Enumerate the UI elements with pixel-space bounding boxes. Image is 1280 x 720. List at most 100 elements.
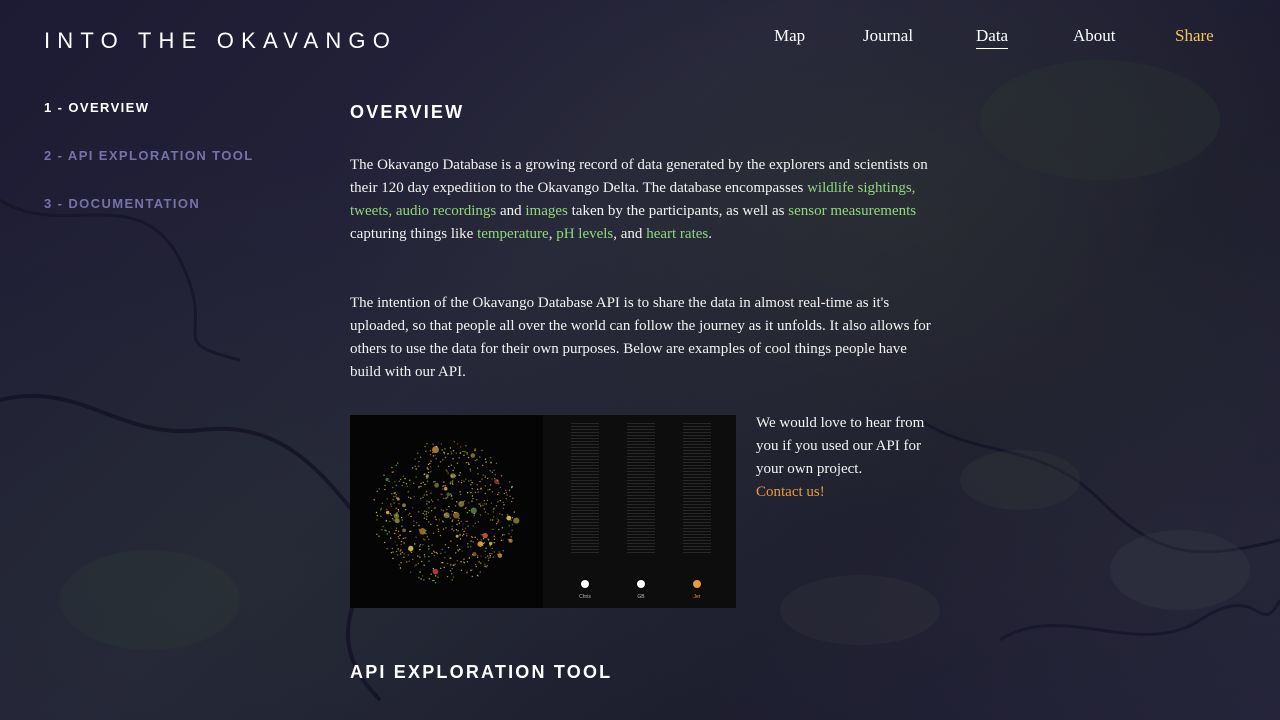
ring-dot: [464, 451, 466, 453]
timeline-line: [627, 510, 655, 511]
nav-share[interactable]: Share: [1175, 26, 1214, 48]
ring-dot: [498, 492, 500, 494]
ring-dot: [460, 481, 463, 484]
p1-text-6: , and: [613, 226, 647, 242]
main-nav: Map Journal Data About Share: [0, 26, 1280, 56]
ring-dot: [478, 561, 480, 563]
ring-dot: [432, 443, 434, 445]
ring-dot: [433, 550, 435, 552]
sidebar-item-api-exploration-tool[interactable]: 2 - API EXPLORATION TOOL: [44, 148, 304, 196]
ring-dot: [442, 459, 444, 461]
ring-dot: [386, 498, 388, 500]
ring-dot: [502, 501, 505, 504]
ring-dot: [395, 550, 398, 552]
ring-dot: [466, 452, 468, 454]
timeline-line: [627, 507, 655, 508]
link-images[interactable]: images: [525, 203, 568, 219]
ring-dot: [376, 514, 379, 517]
link-sensor-measurements[interactable]: sensor measurements: [788, 203, 916, 219]
ring-dot: [457, 519, 459, 522]
timeline-line: [627, 462, 655, 463]
ring-dot: [483, 542, 486, 544]
ring-dot: [471, 481, 473, 484]
ring-dot: [394, 481, 396, 483]
sidebar-item-overview[interactable]: 1 - OVERVIEW: [44, 100, 304, 148]
ring-dot: [505, 492, 507, 494]
nav-data[interactable]: Data: [976, 26, 1009, 49]
timeline-line: [627, 483, 655, 484]
showcase-visualization: Chris GB Jer: [373, 415, 736, 608]
timeline-line: [627, 480, 655, 481]
ring-dot: [401, 519, 403, 521]
ring-dot: [434, 507, 437, 509]
timeline-line: [683, 483, 711, 484]
ring-dot: [498, 551, 500, 553]
nav-journal[interactable]: Journal: [863, 26, 913, 48]
ring-dot: [487, 559, 490, 562]
timeline-line: [683, 489, 711, 490]
timeline-line: [571, 501, 599, 502]
ring-dot: [434, 582, 437, 584]
ring-dot: [455, 552, 457, 554]
ring-dot: [487, 555, 489, 557]
ring-dot: [484, 485, 487, 487]
ring-dot: [430, 460, 432, 462]
ring-dot: [392, 557, 394, 560]
main-content: OVERVIEW The Okavango Database is a grow…: [350, 100, 940, 682]
timeline-line: [683, 471, 711, 472]
ring-dot: [451, 525, 453, 528]
ring-dot: [424, 539, 426, 541]
timeline-line: [627, 429, 655, 430]
ring-dot: [430, 471, 432, 473]
ring-dot: [491, 478, 493, 480]
sidebar-item-documentation[interactable]: 3 - DOCUMENTATION: [44, 196, 304, 244]
ring-dot: [470, 540, 472, 542]
timeline-line: [571, 492, 599, 493]
ring-dot: [425, 474, 430, 478]
ring-dot: [421, 575, 424, 577]
ring-dot: [485, 566, 487, 568]
ring-dot: [409, 479, 411, 481]
ring-dot: [418, 460, 420, 463]
timeline-line: [571, 495, 599, 496]
ring-dot: [407, 514, 410, 516]
ring-dot: [424, 556, 426, 558]
timeline-line: [627, 456, 655, 457]
ring-dot: [460, 569, 463, 571]
ring-dot: [424, 510, 426, 512]
link-temperature[interactable]: temperature: [477, 226, 549, 242]
link-ph-levels[interactable]: pH levels: [556, 226, 613, 242]
showcase-image[interactable]: Chris GB Jer: [350, 415, 736, 608]
ring-dot: [506, 514, 509, 516]
timeline-line: [683, 546, 711, 547]
ring-dot: [380, 515, 382, 517]
timeline-line: [683, 552, 711, 553]
ring-dot: [444, 551, 446, 553]
ring-dot: [489, 553, 491, 555]
link-heart-rates[interactable]: heart rates: [646, 226, 708, 242]
nav-map[interactable]: Map: [774, 26, 805, 48]
ring-dot: [474, 522, 476, 525]
ring-dot: [436, 524, 438, 527]
ring-dot: [459, 534, 461, 537]
ring-dot: [388, 531, 390, 533]
ring-dot: [509, 495, 511, 497]
ring-dot: [503, 504, 505, 506]
timeline-line: [571, 438, 599, 439]
ring-dot: [476, 499, 478, 501]
ring-dot: [490, 484, 492, 486]
ring-dot: [428, 521, 430, 523]
chris-marker: [581, 580, 589, 588]
ring-dot: [476, 538, 479, 541]
ring-dot: [467, 546, 469, 548]
timeline-line: [627, 552, 655, 553]
ring-dot: [450, 540, 452, 542]
ring-dot: [443, 481, 445, 483]
nav-about[interactable]: About: [1073, 26, 1116, 48]
ring-dot: [498, 528, 500, 531]
contact-us-link[interactable]: Contact us!: [756, 481, 941, 504]
ring-dot: [488, 557, 490, 559]
ring-dot: [425, 518, 428, 520]
ring-dot: [422, 512, 424, 515]
ring-dot: [431, 552, 433, 555]
